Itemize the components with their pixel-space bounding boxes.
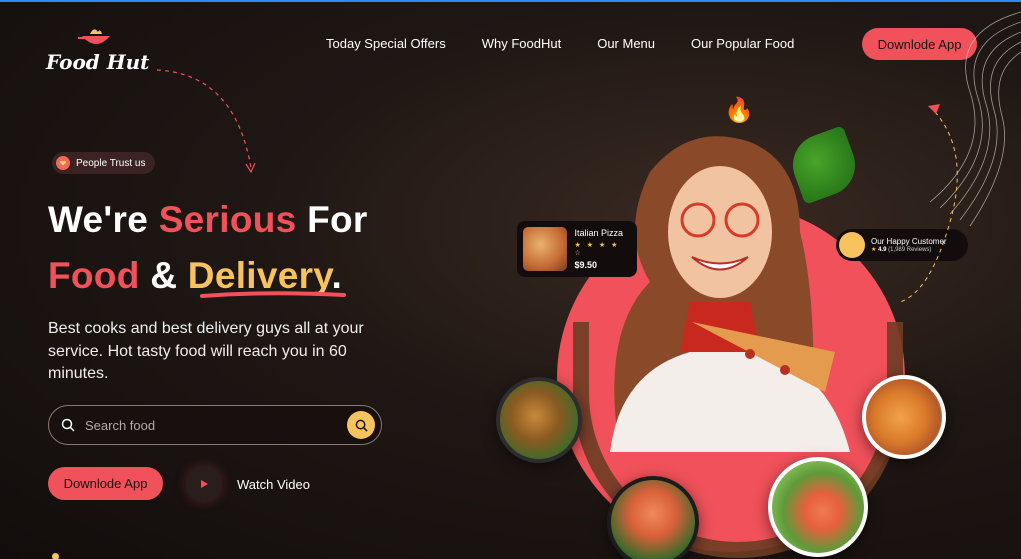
rating-value: 4.9 xyxy=(878,247,887,253)
main-nav: Today Special Offers Why FoodHut Our Men… xyxy=(326,36,794,51)
hero-headline: We're Serious For Food & Delivery. xyxy=(48,192,368,304)
star-icon: ★ ★ ★ ★ ☆ xyxy=(574,242,620,257)
play-video-button[interactable] xyxy=(186,466,222,502)
swirl-decoration xyxy=(899,11,1021,303)
search-icon xyxy=(61,418,75,432)
hero-description: Best cooks and best delivery guys all at… xyxy=(48,320,364,382)
nav-item-menu[interactable]: Our Menu xyxy=(597,36,655,51)
headline-highlight-food: Food xyxy=(48,255,140,296)
flame-icon: 🔥 xyxy=(724,97,754,124)
star-icon: ★ xyxy=(871,247,877,253)
watch-video-link[interactable]: Watch Video xyxy=(237,477,310,492)
dashed-arrow-decoration xyxy=(156,69,256,174)
nav-item-popular-food[interactable]: Our Popular Food xyxy=(691,36,794,51)
headline-part: & xyxy=(139,255,188,296)
food-plate-grain-salad xyxy=(496,377,582,463)
decorative-dot xyxy=(52,553,59,559)
heart-icon: ❤ xyxy=(56,156,70,170)
download-app-button[interactable]: Downlode App xyxy=(48,467,163,500)
logo-pan-icon xyxy=(78,29,110,44)
search-input[interactable] xyxy=(85,417,335,433)
search-button[interactable] xyxy=(347,411,375,439)
search-icon xyxy=(355,419,368,432)
headline-highlight-serious: Serious xyxy=(158,199,297,240)
play-icon xyxy=(201,480,208,488)
headline-part: For xyxy=(296,199,368,240)
food-plate-salmon-salad xyxy=(768,457,868,557)
food-plate-salmon xyxy=(607,476,699,559)
pizza-product-card[interactable]: Italian Pizza ★ ★ ★ ★ ☆ $9.50 xyxy=(517,221,637,277)
brand-name: Food Hut xyxy=(46,50,150,74)
headline-underline xyxy=(200,291,346,298)
nav-item-special-offers[interactable]: Today Special Offers xyxy=(326,36,446,51)
nav-item-why-foodhut[interactable]: Why FoodHut xyxy=(482,36,561,51)
trust-badge-label: People Trust us xyxy=(76,157,146,169)
avatar xyxy=(839,232,865,258)
pizza-card-price: $9.50 xyxy=(574,260,598,270)
brand-logo[interactable]: Food Hut xyxy=(46,26,149,82)
pizza-thumbnail xyxy=(523,227,567,271)
search-bar[interactable] xyxy=(48,405,382,445)
trust-badge: ❤ People Trust us xyxy=(52,152,156,174)
headline-part: We're xyxy=(48,199,159,240)
pizza-card-title: Italian Pizza xyxy=(574,228,624,238)
food-plate-chicken xyxy=(862,375,946,459)
